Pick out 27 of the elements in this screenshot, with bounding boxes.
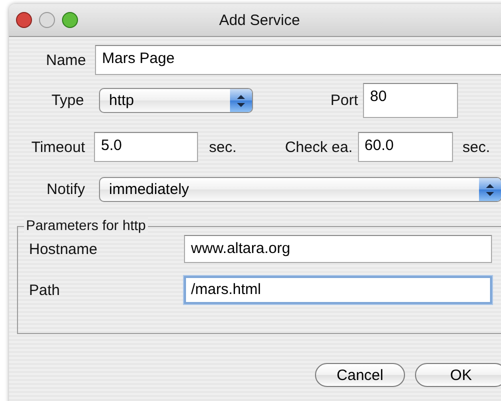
- field-label: Path: [29, 282, 61, 298]
- input-field[interactable]: Mars Page: [95, 45, 501, 75]
- field-label: Port: [329, 92, 358, 109]
- field-label: Type: [50, 92, 84, 109]
- input-field[interactable]: /mars.html: [184, 276, 492, 304]
- type-dropdown[interactable]: http: [99, 88, 253, 113]
- input-field[interactable]: 5.0: [94, 132, 198, 162]
- unit-label: sec.: [209, 138, 237, 156]
- input-field[interactable]: www.altara.org: [184, 235, 492, 263]
- zoom-icon[interactable]: [62, 12, 78, 28]
- ok-button[interactable]: OK: [415, 363, 501, 387]
- stepper-arrows-icon: [237, 94, 245, 106]
- field-label: Name: [44, 52, 86, 68]
- input-field[interactable]: 60.0: [358, 132, 453, 162]
- group-title: Parameters for http: [24, 217, 148, 233]
- field-label: Notify: [46, 181, 85, 198]
- field-label: Check ea.: [284, 138, 353, 156]
- notify-dropdown[interactable]: immediately: [99, 177, 501, 202]
- unit-label: sec.: [462, 138, 490, 156]
- cancel-button[interactable]: Cancel: [315, 363, 405, 387]
- field-label: Timeout: [30, 138, 85, 156]
- window-title: Add Service: [219, 12, 300, 28]
- stepper-arrows-icon: [486, 184, 494, 196]
- close-icon[interactable]: [16, 12, 32, 28]
- minimize-icon[interactable]: [39, 12, 55, 28]
- input-field[interactable]: 80: [363, 83, 458, 118]
- field-label: Hostname: [29, 240, 98, 258]
